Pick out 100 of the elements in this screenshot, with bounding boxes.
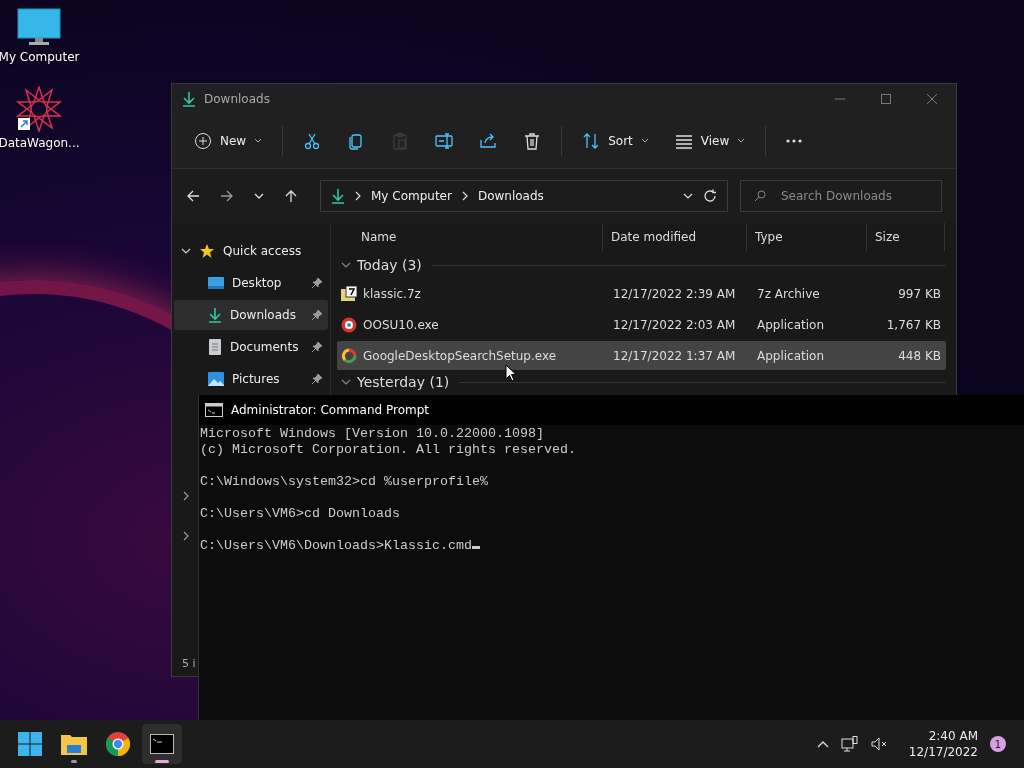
search-field[interactable]: Search Downloads	[740, 180, 942, 212]
desktop-icon-label[interactable]: DataWagon...	[0, 136, 80, 150]
console-line: C:\Windows\system32>cd %userprofile%	[200, 474, 488, 489]
date-cell-text: 12/17/2022 2:39 AM	[612, 286, 737, 301]
console-line: C:\Users\VM6\Downloads>Klassic.cmd	[200, 538, 472, 553]
address-bar[interactable]: My Computer Downloads	[320, 180, 728, 212]
file-name: klassic.7z	[363, 286, 421, 301]
chevron-right-icon	[355, 191, 361, 201]
caret-icon	[737, 138, 746, 144]
column-header[interactable]: Size	[867, 223, 945, 251]
breadcrumb-item[interactable]: Downloads	[477, 189, 544, 203]
pin-icon[interactable]	[312, 342, 322, 352]
desktop-icon-label[interactable]: My Computer	[0, 50, 80, 64]
up-arrow-icon[interactable]	[284, 189, 298, 203]
breadcrumb-item[interactable]: My Computer	[371, 189, 452, 203]
sidebar-item[interactable]: Pictures	[174, 364, 328, 394]
star-logo-icon[interactable]	[16, 86, 62, 132]
file-row[interactable]: klassic.7z 12/17/2022 2:39 AM 7z Archive 997 KB	[337, 279, 946, 308]
chevron-right-icon	[461, 191, 468, 201]
chevron-icon[interactable]	[341, 261, 351, 269]
file-row[interactable]: OOSU10.exe 12/17/2022 2:03 AM Application 1,767 KB	[337, 310, 946, 339]
monitor-icon	[208, 276, 224, 290]
search-icon	[754, 190, 766, 202]
date-cell-text: 12/17/2022 2:03 AM	[612, 317, 737, 332]
chevron-icon[interactable]	[181, 491, 191, 501]
sidebar-item[interactable]: Desktop	[174, 268, 328, 298]
picture-icon	[208, 372, 224, 386]
view-button[interactable]: View	[664, 124, 756, 158]
file-name: GoogleDesktopSearchSetup.exe	[363, 348, 557, 363]
sidebar-item[interactable]: Downloads	[174, 300, 328, 330]
clock[interactable]: 2:40 AM 12/17/2022	[908, 728, 978, 760]
muted-speaker-icon[interactable]	[870, 737, 889, 751]
mouse-pointer-icon	[505, 364, 517, 382]
back-arrow-icon[interactable]	[186, 189, 200, 203]
type-cell-text: Application	[756, 348, 826, 363]
group-header[interactable]: Yesterday (1)	[357, 374, 450, 390]
close-icon[interactable]	[926, 93, 938, 105]
network-icon[interactable]	[840, 736, 859, 752]
console-line: Microsoft Windows [Version 10.0.22000.1098]	[200, 426, 544, 441]
pin-icon[interactable]	[312, 374, 322, 384]
archive-icon	[341, 285, 357, 302]
column-header[interactable]: Name	[337, 223, 603, 251]
scissors-icon	[303, 132, 322, 150]
sort-arrows-icon	[582, 132, 601, 150]
document-icon	[208, 339, 222, 355]
chevron-icon[interactable]	[181, 246, 191, 256]
chevron-up-icon[interactable]	[816, 740, 829, 748]
download-icon	[331, 188, 345, 204]
clipboard-icon	[391, 132, 410, 150]
share-icon	[479, 132, 498, 150]
type-cell-text: 7z Archive	[756, 286, 821, 301]
list-icon	[674, 132, 693, 150]
size-cell-text: 1,767 KB	[885, 317, 942, 332]
download-icon	[182, 91, 196, 107]
window-title: Administrator: Command Prompt	[231, 403, 429, 417]
chevron-icon[interactable]	[181, 531, 191, 541]
text-cursor	[471, 546, 480, 549]
sidebar-item[interactable]: Documents	[174, 332, 328, 362]
monitor-icon[interactable]	[17, 8, 61, 46]
sort-button[interactable]: Sort	[572, 124, 659, 158]
maximize-icon[interactable]	[880, 93, 892, 105]
pin-icon[interactable]	[312, 278, 322, 288]
more-dots-icon	[786, 139, 803, 143]
console-line: (c) Microsoft Corporation. All rights reserved.	[200, 442, 576, 457]
forward-arrow-icon[interactable]	[220, 189, 234, 203]
file-row[interactable]: GoogleDesktopSearchSetup.exe 12/17/2022 1:37 AM Application 448 KB	[337, 341, 946, 370]
size-cell-text: 448 KB	[897, 348, 942, 363]
window-title: Downloads	[204, 92, 270, 106]
type-cell-text: Application	[756, 317, 826, 332]
sidebar-item[interactable]: Quick access	[223, 244, 302, 258]
plus-circle-icon	[194, 132, 212, 150]
chevron-icon[interactable]	[341, 378, 351, 386]
folder-icon	[61, 733, 87, 755]
column-header[interactable]: Date modified	[603, 223, 747, 251]
trash-icon	[523, 132, 542, 150]
windows-logo-icon	[18, 732, 42, 756]
new-button[interactable]: New	[184, 124, 273, 158]
column-header[interactable]: Type	[747, 223, 867, 251]
taskbar-app[interactable]	[142, 724, 182, 764]
refresh-icon[interactable]	[703, 189, 717, 203]
chevron-down-icon[interactable]	[254, 192, 264, 200]
caret-icon	[640, 138, 649, 144]
size-cell-text: 997 KB	[897, 286, 942, 301]
chevron-down-icon[interactable]	[683, 192, 693, 200]
pin-icon[interactable]	[312, 310, 322, 320]
terminal-icon	[205, 403, 223, 417]
console-line: C:\Users\VM6>cd Downloads	[200, 506, 400, 521]
status-text: 5 i	[181, 657, 197, 672]
file-name: OOSU10.exe	[363, 317, 439, 332]
browser-logo-icon	[106, 732, 130, 756]
terminal-icon	[150, 734, 174, 754]
notification-badge[interactable]: 1	[990, 736, 1006, 752]
caret-icon	[254, 138, 263, 144]
app-icon	[341, 347, 357, 364]
group-header[interactable]: Today (3)	[357, 257, 422, 273]
app-icon	[341, 316, 357, 333]
rename-icon	[435, 132, 454, 150]
download-icon	[208, 307, 222, 323]
date-cell-text: 12/17/2022 1:37 AM	[612, 348, 737, 363]
star-icon	[199, 243, 215, 259]
